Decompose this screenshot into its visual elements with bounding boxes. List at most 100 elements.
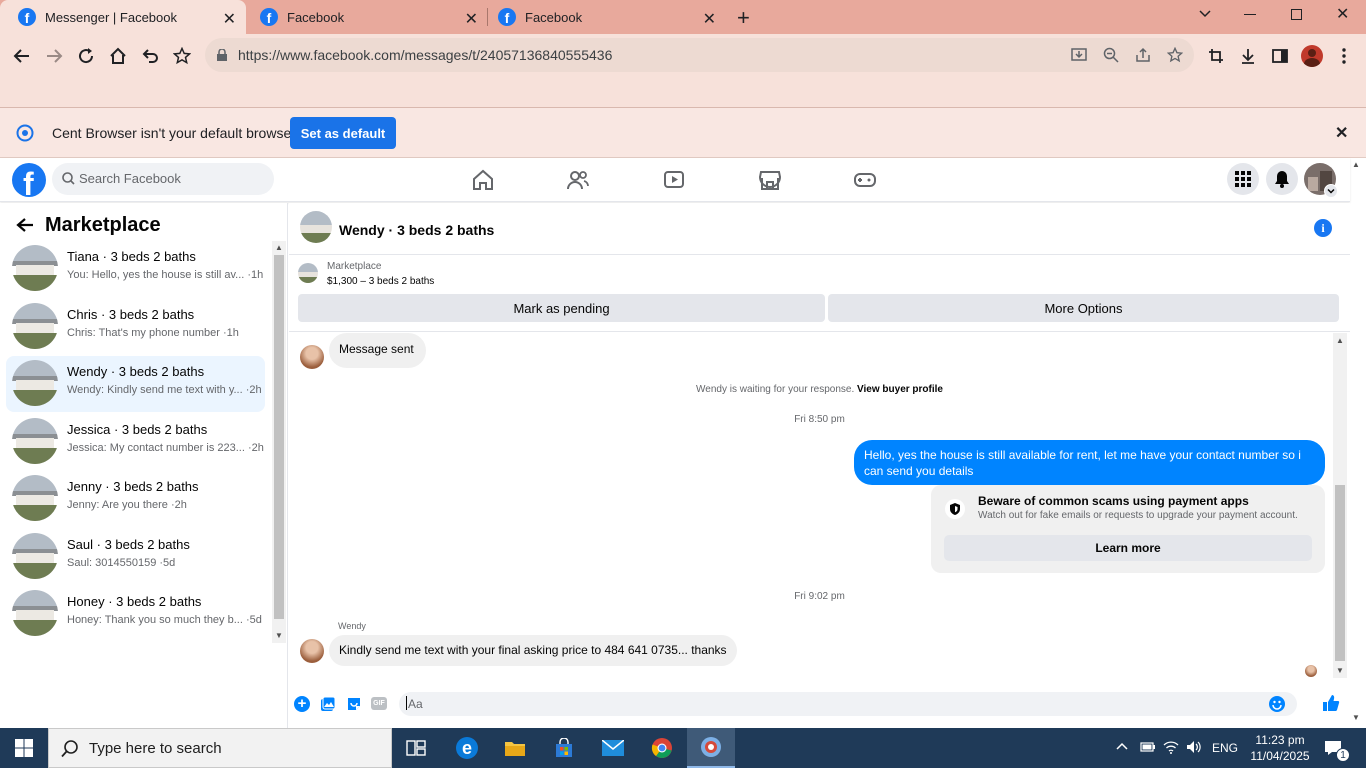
timestamp-2: Fri 9:02 pm (794, 591, 845, 602)
notifications-bell-icon[interactable] (1266, 163, 1298, 195)
conversation-name: Jessica · 3 beds 2 baths (67, 422, 208, 437)
mark-as-pending-button[interactable]: Mark as pending (298, 294, 825, 322)
gif-icon[interactable]: GIF (371, 697, 387, 710)
tab-facebook-1[interactable]: f Facebook ✕ (242, 0, 488, 34)
sidebar-scrollbar[interactable]: ▲ ▼ (272, 241, 286, 643)
mail-icon[interactable] (589, 728, 637, 768)
reload-icon[interactable] (74, 44, 98, 68)
wifi-icon[interactable] (1163, 740, 1179, 754)
emoji-icon[interactable] (1269, 696, 1285, 712)
tab-facebook-2[interactable]: f Facebook ✕ (480, 0, 726, 34)
chat-scrollbar[interactable]: ▲ ▼ (1333, 333, 1347, 678)
tab-messenger[interactable]: f Messenger | Facebook ✕ (0, 0, 246, 34)
store-icon[interactable] (540, 728, 588, 768)
marketplace-nav-icon[interactable] (759, 169, 781, 191)
search-icon (62, 172, 75, 185)
language-indicator[interactable]: ENG (1212, 741, 1238, 755)
address-bar[interactable]: https://www.facebook.com/messages/t/2405… (205, 38, 1194, 72)
minimize-icon[interactable] (1244, 14, 1256, 15)
learn-more-button[interactable]: Learn more (944, 535, 1312, 561)
lock-icon[interactable] (217, 49, 227, 61)
facebook-logo-icon[interactable]: f (12, 163, 46, 197)
conversation-item[interactable]: Honey · 3 beds 2 baths Honey: Thank you s… (6, 586, 265, 642)
page-scroll-up-icon[interactable]: ▲ (1352, 160, 1360, 169)
like-thumbs-up-icon[interactable] (1322, 694, 1340, 712)
photo-icon[interactable] (320, 696, 336, 712)
infobar-close-icon[interactable]: ✕ (1335, 123, 1348, 143)
view-buyer-profile-link[interactable]: View buyer profile (857, 384, 943, 395)
edge-icon[interactable]: e (443, 728, 491, 768)
crop-icon[interactable] (1204, 44, 1228, 68)
gaming-nav-icon[interactable] (854, 169, 876, 191)
profile-icon[interactable] (1300, 44, 1324, 68)
windows-start-icon[interactable] (0, 728, 48, 768)
conversation-snippet: Saul: 3014550159 ·5d (67, 557, 176, 569)
home-icon[interactable] (106, 44, 130, 68)
conversation-item[interactable]: Saul · 3 beds 2 baths Saul: 3014550159 ·5… (6, 529, 265, 585)
tab-title: Messenger | Facebook (45, 9, 177, 25)
tab-search-icon[interactable] (1198, 6, 1212, 20)
friends-nav-icon[interactable] (567, 169, 589, 191)
listing-thumbnail (12, 590, 58, 636)
conversation-item[interactable]: Chris · 3 beds 2 baths Chris: That's my p… (6, 299, 265, 355)
conversation-item[interactable]: Wendy · 3 beds 2 baths Wendy: Kindly send… (6, 356, 265, 412)
shield-icon (945, 499, 965, 519)
bookmark-icon[interactable] (1167, 47, 1183, 63)
chat-title[interactable]: Wendy · 3 beds 2 baths (339, 222, 494, 238)
close-tab-icon[interactable]: ✕ (223, 9, 236, 29)
facebook-search-input[interactable]: Search Facebook (52, 163, 274, 195)
clock-date[interactable]: 11/04/2025 (1250, 749, 1310, 763)
taskbar-search-box[interactable]: Type here to search (48, 728, 392, 768)
restore-icon[interactable] (1291, 9, 1302, 20)
battery-icon[interactable] (1140, 740, 1156, 754)
wendy-avatar[interactable] (300, 345, 324, 369)
tray-chevron-up-icon[interactable] (1116, 741, 1128, 751)
undo-icon[interactable] (138, 44, 162, 68)
download-icon[interactable] (1236, 44, 1260, 68)
close-tab-icon[interactable]: ✕ (465, 9, 478, 29)
menu-icon[interactable] (1332, 44, 1356, 68)
install-icon[interactable] (1071, 47, 1087, 63)
window-close-icon[interactable]: ✕ (1336, 4, 1349, 24)
close-tab-icon[interactable]: ✕ (703, 9, 716, 29)
clock-time[interactable]: 11:23 pm (1254, 733, 1306, 747)
chrome-icon[interactable] (638, 728, 686, 768)
volume-icon[interactable] (1186, 740, 1202, 754)
account-chevron-down-icon[interactable] (1324, 184, 1338, 198)
menu-grid-icon[interactable] (1227, 163, 1259, 195)
watch-nav-icon[interactable] (663, 169, 685, 191)
new-tab-icon[interactable]: + (737, 5, 750, 31)
more-actions-plus-icon[interactable]: + (294, 696, 310, 712)
wendy-avatar[interactable] (300, 639, 324, 663)
sidebar-icon[interactable] (1268, 44, 1292, 68)
forward-icon[interactable] (42, 44, 66, 68)
waiting-notice: Wendy is waiting for your response. View… (289, 384, 1350, 395)
home-nav-icon[interactable] (472, 169, 494, 191)
set-default-button[interactable]: Set as default (290, 117, 396, 149)
listing-thumbnail[interactable] (300, 211, 332, 243)
scroll-up-icon[interactable]: ▲ (275, 243, 283, 252)
page-scroll-down-icon[interactable]: ▼ (1352, 713, 1360, 722)
cent-browser-taskbar-icon[interactable] (687, 728, 735, 768)
conversation-item[interactable]: Jenny · 3 beds 2 baths Jenny: Are you the… (6, 471, 265, 527)
scrollbar-thumb[interactable] (274, 255, 284, 619)
bookmark-star-icon[interactable] (170, 44, 194, 68)
share-icon[interactable] (1135, 47, 1151, 63)
zoom-icon[interactable] (1103, 47, 1119, 63)
listing-thumbnail (12, 475, 58, 521)
scroll-down-icon[interactable]: ▼ (1336, 666, 1344, 675)
more-options-button[interactable]: More Options (828, 294, 1339, 322)
message-input[interactable]: Aa (399, 692, 1297, 716)
task-view-icon[interactable] (392, 728, 440, 768)
scrollbar-thumb[interactable] (1335, 485, 1345, 661)
file-explorer-icon[interactable] (491, 728, 539, 768)
conversation-item[interactable]: Jessica · 3 beds 2 baths Jessica: My cont… (6, 414, 265, 470)
conversation-item[interactable]: Tiana · 3 beds 2 baths You: Hello, yes th… (6, 241, 265, 297)
cent-browser-icon (16, 124, 34, 142)
info-icon[interactable]: i (1314, 219, 1332, 237)
back-arrow-icon[interactable] (16, 217, 34, 233)
back-icon[interactable] (10, 44, 34, 68)
scroll-up-icon[interactable]: ▲ (1336, 336, 1344, 345)
scroll-down-icon[interactable]: ▼ (275, 631, 283, 640)
sticker-icon[interactable] (346, 696, 362, 712)
